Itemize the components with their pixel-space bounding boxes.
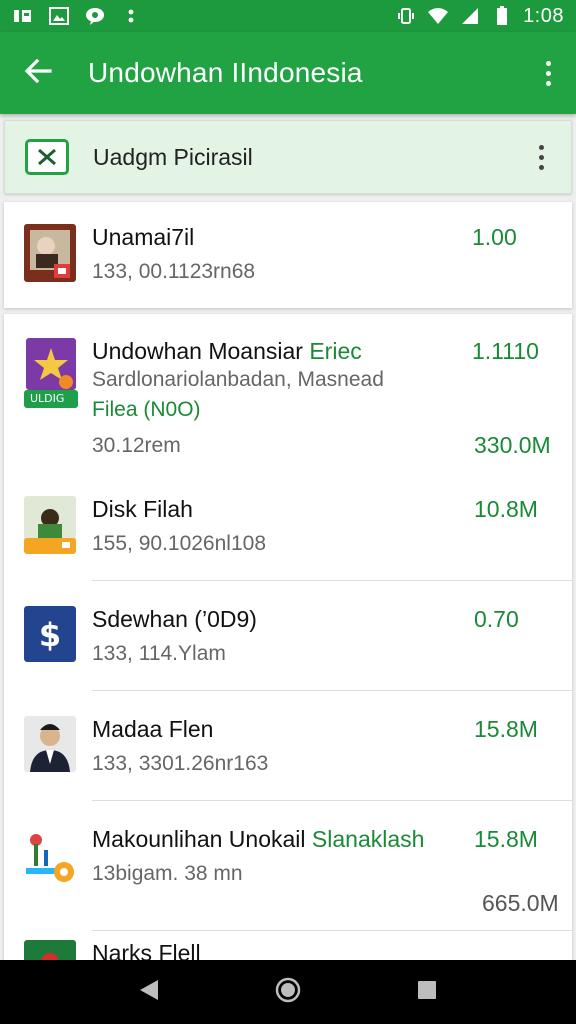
item-thumbnail (24, 826, 76, 886)
item-thumbnail (24, 716, 76, 772)
item-name: Sdewhan (’0D9) (92, 606, 257, 632)
item-amount: 1.1110 (472, 338, 539, 364)
arrow-back-icon (24, 58, 52, 88)
battery-icon (491, 6, 513, 25)
item-amount: 15.8M (474, 826, 538, 852)
nav-recents-button[interactable] (403, 968, 451, 1016)
list-item[interactable]: ULDIG Undowhan Moansiar Eriec Sardlonari… (4, 314, 572, 470)
item-detail: 133, 114.Ylam (92, 642, 226, 665)
item-detail-status: Filea (N0O) (92, 398, 201, 421)
sub-header-menu-button[interactable] (511, 120, 571, 194)
item-thumbnail (24, 496, 76, 554)
sim-card-icon (12, 7, 34, 25)
divider (92, 690, 572, 691)
item-amount: 15.8M (474, 716, 538, 742)
item-name: Disk Filah (92, 496, 193, 522)
chat-notification-icon (84, 7, 106, 25)
triangle-back-icon (138, 978, 160, 1007)
vibrate-icon (395, 7, 417, 25)
item-badge: ULDIG (30, 392, 65, 405)
item-thumbnail (24, 224, 76, 282)
more-vert-icon (545, 60, 551, 86)
close-box-icon (25, 139, 69, 175)
clock: 1:08 (523, 4, 564, 27)
list-item[interactable]: Madaa Flen 133, 3301.26nr163 15.8M (4, 692, 572, 802)
image-notification-icon (48, 7, 70, 25)
item-detail: 133, 3301.26nr163 (92, 752, 269, 775)
item-detail: 133, 00.1123rn68 (92, 260, 256, 283)
item-amount-secondary: 665.0M (482, 890, 559, 916)
navigation-bar (0, 960, 576, 1024)
overflow-menu-button[interactable] (520, 32, 576, 114)
back-button[interactable] (0, 32, 76, 114)
sub-header-title: Uadgm Picirasil (93, 143, 253, 170)
item-thumbnail: ULDIG (24, 338, 78, 408)
status-bar: 1:08 (0, 0, 576, 32)
item-amount: 1.00 (472, 224, 517, 250)
list-item[interactable]: Makounlihan Unokail Slanaklash 13bigam. … (4, 802, 572, 932)
divider (92, 800, 572, 801)
sub-header[interactable]: Uadgm Picirasil (4, 120, 572, 194)
item-amount: 0.70 (474, 606, 519, 632)
more-notifications-icon (120, 7, 142, 25)
app-title: Undowhan IIndonesia (88, 57, 363, 88)
svg-text:$: $ (39, 616, 61, 654)
signal-icon (459, 7, 481, 25)
item-name: Undowhan Moansiar Eriec (92, 338, 362, 364)
more-vert-icon (538, 144, 544, 170)
wifi-icon (427, 7, 449, 25)
item-detail: Sardlonariolanbadan, Masnead (92, 368, 384, 391)
item-name: Madaa Flen (92, 716, 214, 742)
nav-back-button[interactable] (125, 968, 173, 1016)
list-item[interactable]: Disk Filah 155, 90.1026nl108 10.8M (4, 474, 572, 582)
item-name: Makounlihan Unokail Slanaklash (92, 826, 425, 852)
square-recents-icon (416, 979, 438, 1006)
item-detail-size: 30.12rem (92, 434, 181, 457)
item-amount: 10.8M (474, 496, 538, 522)
divider (92, 930, 572, 931)
item-card: Unamai7il 133, 00.1123rn68 1.00 (4, 202, 572, 308)
nav-home-button[interactable] (264, 968, 312, 1016)
list-item[interactable]: Unamai7il 133, 00.1123rn68 1.00 (4, 202, 572, 308)
divider (92, 580, 572, 581)
item-thumbnail: $ (24, 606, 76, 662)
list-item[interactable]: $ Sdewhan (’0D9) 133, 114.Ylam 0.70 (4, 582, 572, 692)
circle-home-icon (275, 977, 301, 1008)
item-amount-secondary: 330.0M (474, 432, 551, 458)
app-bar: Undowhan IIndonesia (0, 32, 576, 114)
item-detail: 155, 90.1026nl108 (92, 532, 266, 555)
item-list-card: ULDIG Undowhan Moansiar Eriec Sardlonari… (4, 314, 572, 974)
item-detail: 13bigam. 38 mn (92, 862, 243, 885)
item-name: Unamai7il (92, 224, 195, 250)
